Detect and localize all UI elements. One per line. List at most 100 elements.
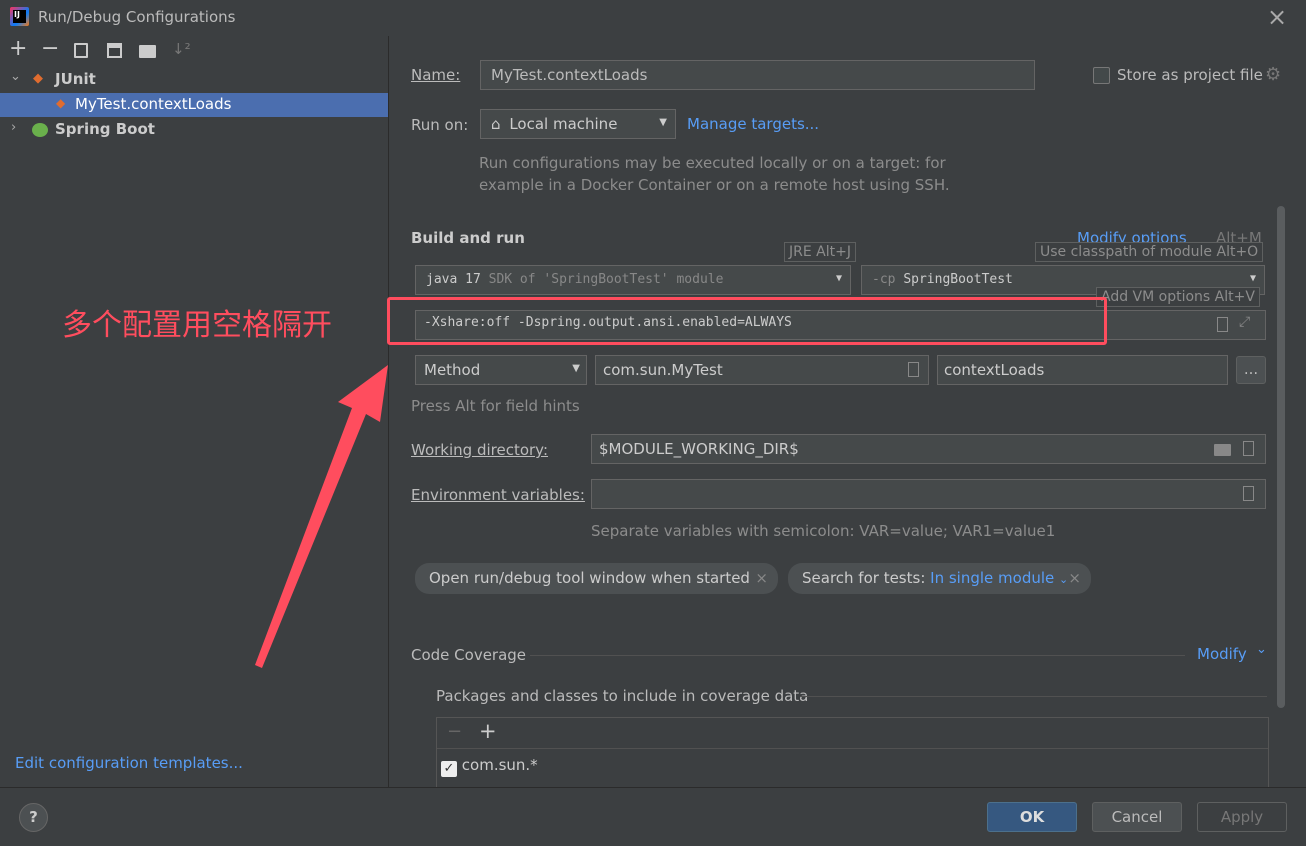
form-panel: Name: MyTest.contextLoads Store as proje… bbox=[387, 36, 1306, 792]
tag-label: Open run/debug tool window when started bbox=[429, 569, 750, 587]
packages-item[interactable]: ✓ com.sun.* bbox=[441, 756, 538, 777]
tree-item-junit[interactable]: ⌄ ◆ JUnit bbox=[0, 68, 389, 92]
method-name-field[interactable]: contextLoads bbox=[937, 355, 1228, 385]
store-checkbox[interactable] bbox=[1093, 67, 1110, 84]
folder-icon[interactable] bbox=[1214, 444, 1231, 456]
help-button[interactable]: ? bbox=[19, 803, 48, 832]
document-icon[interactable] bbox=[1243, 441, 1254, 456]
home-icon: ⌂ bbox=[491, 115, 501, 133]
store-label[interactable]: Store as project file bbox=[1117, 66, 1263, 84]
close-icon[interactable]: × bbox=[1267, 3, 1287, 31]
cp-value: SpringBootTest bbox=[903, 272, 1013, 287]
name-value: MyTest.contextLoads bbox=[491, 66, 648, 84]
tag-label: Search for tests: bbox=[802, 569, 926, 587]
name-label: Name: bbox=[411, 66, 461, 84]
folder-icon[interactable] bbox=[139, 45, 156, 58]
cancel-button[interactable]: Cancel bbox=[1092, 802, 1182, 832]
bottom-bar: ? OK Cancel Apply bbox=[0, 787, 1306, 846]
jre-java: java 17 bbox=[426, 272, 481, 287]
method-name-value: contextLoads bbox=[944, 361, 1045, 379]
class-field[interactable]: com.sun.MyTest bbox=[595, 355, 929, 385]
runon-label: Run on: bbox=[411, 116, 469, 134]
gear-icon[interactable]: ⚙ bbox=[1265, 64, 1281, 85]
coverage-title: Code Coverage bbox=[411, 646, 527, 664]
chevron-down-icon: ▼ bbox=[835, 273, 842, 284]
name-field[interactable]: MyTest.contextLoads bbox=[480, 60, 1035, 90]
sort-icon[interactable]: ↓² bbox=[172, 40, 191, 58]
vm-hint: Add VM options Alt+V bbox=[1096, 287, 1260, 307]
jre-hint: JRE Alt+J bbox=[784, 242, 856, 262]
edit-templates-link[interactable]: Edit configuration templates... bbox=[15, 754, 243, 772]
jre-select[interactable]: java 17 SDK of 'SpringBootTest' module ▼ bbox=[415, 265, 851, 295]
workdir-label: Working directory: bbox=[411, 441, 549, 459]
chevron-down-icon: ▼ bbox=[1249, 273, 1256, 284]
chevron-down-icon: ▼ bbox=[659, 117, 667, 128]
remove-icon[interactable]: − bbox=[41, 36, 59, 61]
copy-icon[interactable] bbox=[74, 43, 88, 58]
env-help: Separate variables with semicolon: VAR=v… bbox=[591, 522, 1056, 540]
checkbox-checked-icon[interactable]: ✓ bbox=[441, 761, 457, 777]
coverage-modify-link[interactable]: Modify bbox=[1197, 645, 1247, 663]
annotation-text: 多个配置用空格隔开 bbox=[62, 308, 332, 343]
browse-button[interactable]: ... bbox=[1236, 356, 1266, 384]
document-icon[interactable] bbox=[1217, 317, 1228, 332]
chevron-down-icon: ▼ bbox=[572, 363, 580, 374]
chevron-down-icon: ⌄ bbox=[10, 69, 21, 84]
window-title: Run/Debug Configurations bbox=[38, 8, 236, 26]
scrollbar[interactable] bbox=[1277, 206, 1285, 708]
document-icon[interactable] bbox=[1243, 486, 1254, 501]
tag-open-tool-window[interactable]: Open run/debug tool window when started … bbox=[415, 563, 778, 594]
coverage-divider bbox=[530, 655, 1185, 656]
spring-icon bbox=[32, 123, 48, 137]
tree-item-label: Spring Boot bbox=[55, 120, 155, 138]
cp-prefix: -cp bbox=[872, 272, 896, 287]
runon-value: Local machine bbox=[509, 115, 618, 133]
sidebar-toolbar: + − ↓² bbox=[0, 36, 389, 66]
packages-toolbar: − + bbox=[437, 718, 1268, 749]
title-bar: IJ Run/Debug Configurations × bbox=[0, 0, 1306, 36]
section-title: Build and run bbox=[411, 229, 525, 247]
chevron-down-icon: ⌄ bbox=[1059, 573, 1069, 586]
highlight-box bbox=[387, 297, 1107, 345]
env-field[interactable] bbox=[591, 479, 1266, 509]
ok-button[interactable]: OK bbox=[987, 802, 1077, 832]
expand-icon[interactable]: ⤢ bbox=[1239, 314, 1250, 330]
runon-select[interactable]: ⌂ Local machine ▼ bbox=[480, 109, 676, 139]
chevron-down-icon: ⌄ bbox=[1256, 642, 1267, 657]
packages-label: Packages and classes to include in cover… bbox=[436, 687, 809, 705]
junit-icon: ◆ bbox=[33, 71, 43, 86]
tag-search-tests[interactable]: Search for tests: In single module ⌄ × bbox=[788, 563, 1091, 594]
add-icon[interactable]: + bbox=[479, 719, 497, 743]
packages-divider bbox=[800, 696, 1267, 697]
runon-help-2: example in a Docker Container or on a re… bbox=[479, 176, 950, 194]
manage-targets-link[interactable]: Manage targets... bbox=[687, 115, 819, 133]
runon-help-1: Run configurations may be executed local… bbox=[479, 154, 946, 172]
apply-button[interactable]: Apply bbox=[1197, 802, 1287, 832]
method-value: Method bbox=[424, 361, 481, 379]
tree-item-label: JUnit bbox=[55, 70, 96, 88]
class-value: com.sun.MyTest bbox=[603, 361, 723, 379]
tree-item-test[interactable]: ◆ MyTest.contextLoads bbox=[0, 93, 388, 117]
remove-icon[interactable]: − bbox=[447, 721, 462, 742]
jre-detail: SDK of 'SpringBootTest' module bbox=[488, 272, 724, 287]
tree-item-springboot[interactable]: › Spring Boot bbox=[0, 118, 389, 142]
packages-list: − + ✓ com.sun.* bbox=[436, 717, 1269, 792]
tree-item-label: MyTest.contextLoads bbox=[75, 95, 232, 113]
workdir-field[interactable]: $MODULE_WORKING_DIR$ bbox=[591, 434, 1266, 464]
test-icon: ◆ bbox=[56, 96, 66, 110]
classpath-hint: Use classpath of module Alt+O bbox=[1035, 242, 1264, 262]
close-icon[interactable]: × bbox=[755, 569, 768, 587]
document-icon[interactable] bbox=[908, 362, 919, 377]
env-label: Environment variables: bbox=[411, 486, 585, 504]
tag-value[interactable]: In single module bbox=[930, 569, 1054, 587]
method-select[interactable]: Method ▼ bbox=[415, 355, 587, 385]
field-hints: Press Alt for field hints bbox=[411, 397, 580, 415]
close-icon[interactable]: × bbox=[1068, 569, 1081, 587]
annotation-arrow bbox=[255, 365, 388, 668]
add-icon[interactable]: + bbox=[9, 36, 27, 61]
workdir-value: $MODULE_WORKING_DIR$ bbox=[599, 440, 799, 458]
save-icon[interactable] bbox=[107, 43, 122, 58]
packages-item-label: com.sun.* bbox=[461, 756, 538, 774]
chevron-right-icon: › bbox=[11, 120, 17, 135]
intellij-icon: IJ bbox=[10, 7, 29, 26]
